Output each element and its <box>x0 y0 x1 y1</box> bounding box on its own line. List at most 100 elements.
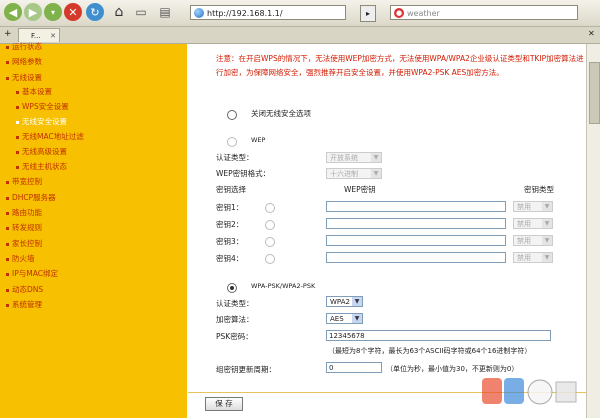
tab-router[interactable]: F... ✕ <box>18 28 60 42</box>
tab-label: F... <box>31 32 41 40</box>
sidebar-item-advanced[interactable]: 无线高级设置 <box>16 146 67 157</box>
bullet-icon <box>16 105 19 109</box>
address-bar[interactable]: http://192.168.1.1/ <box>190 5 346 20</box>
psk-password-input[interactable]: 12345678 <box>326 330 551 341</box>
stop-icon[interactable]: ✕ <box>64 3 82 21</box>
search-engine-icon: ● <box>394 8 404 18</box>
home-icon[interactable]: ⌂ <box>110 3 128 21</box>
bullet-icon <box>16 150 19 154</box>
group-key-period-input[interactable]: 0 <box>326 362 382 373</box>
bookmark-icon[interactable]: ▭ <box>132 3 150 21</box>
content-panel: 注意：在开启WPS的情况下，无法使用WEP加密方式，无法使用WPA/WPA2企业… <box>188 44 586 418</box>
key2-radio[interactable] <box>265 220 275 230</box>
key3-type-select[interactable]: 禁用 ▼ <box>513 235 553 246</box>
chevron-down-icon: ▼ <box>542 202 552 211</box>
scrollbar[interactable] <box>586 44 600 418</box>
key4-radio[interactable] <box>265 254 275 264</box>
sidebar-item-mac-filter[interactable]: 无线MAC地址过滤 <box>16 131 84 142</box>
globe-icon <box>194 8 204 18</box>
sidebar-item-network[interactable]: 网络参数 <box>6 56 42 67</box>
key1-label: 密钥1： <box>216 203 244 212</box>
tab-bar: + F... ✕ ✕ <box>0 27 600 44</box>
chevron-down-icon: ▼ <box>371 153 381 162</box>
wpa-psk-radio[interactable] <box>227 283 237 293</box>
key4-input[interactable] <box>326 252 506 263</box>
wpa-enc-label: 加密算法： <box>216 315 254 324</box>
sidebar-item-system[interactable]: 系统管理 <box>6 299 42 310</box>
bullet-icon <box>6 76 9 80</box>
key4-label: 密钥4： <box>216 254 244 263</box>
chevron-down-icon: ▼ <box>352 297 362 306</box>
security-note: 注意：在开启WPS的情况下，无法使用WEP加密方式，无法使用WPA/WPA2企业… <box>216 54 584 77</box>
go-button[interactable]: ▸ <box>360 5 376 22</box>
sidebar-item-ddns[interactable]: 动态DNS <box>6 284 43 295</box>
bullet-icon <box>6 257 9 261</box>
address-text: http://192.168.1.1/ <box>207 9 283 18</box>
sidebar-item-ip-mac[interactable]: IP与MAC绑定 <box>6 268 58 279</box>
key1-type-select[interactable]: 禁用 ▼ <box>513 201 553 212</box>
wep-key-header: WEP密钥 <box>344 185 376 194</box>
chevron-down-icon: ▼ <box>352 314 362 323</box>
key4-type-select[interactable]: 禁用 ▼ <box>513 252 553 263</box>
wep-format-select[interactable]: 十六进制 ▼ <box>326 168 382 179</box>
bullet-icon <box>16 90 19 94</box>
wep-format-label: WEP密钥格式： <box>216 169 271 178</box>
key2-type-select[interactable]: 禁用 ▼ <box>513 218 553 229</box>
sidebar-item-basic[interactable]: 基本设置 <box>16 86 52 97</box>
close-window-icon[interactable]: ✕ <box>588 29 595 38</box>
history-icon[interactable]: ▾ <box>44 3 62 21</box>
bullet-icon <box>6 272 9 276</box>
sidebar-item-dhcp[interactable]: DHCP服务器 <box>6 192 56 203</box>
sidebar-item-forwarding[interactable]: 转发规则 <box>6 222 42 233</box>
psk-password-label: PSK密码： <box>216 332 253 341</box>
bullet-icon <box>16 120 19 124</box>
disable-security-label: 关闭无线安全选项 <box>251 109 311 118</box>
wpa-psk-title: WPA-PSK/WPA2-PSK <box>251 282 316 290</box>
key1-radio[interactable] <box>265 203 275 213</box>
close-tab-icon[interactable]: ✕ <box>50 29 56 43</box>
wep-auth-label: 认证类型： <box>216 153 254 162</box>
back-icon[interactable]: ◀ <box>4 3 22 21</box>
wpa-enc-select[interactable]: AES ▼ <box>326 313 363 324</box>
bullet-icon <box>6 288 9 292</box>
sidebar-item-host-status[interactable]: 无线主机状态 <box>16 161 67 172</box>
bullet-icon <box>6 196 9 200</box>
bullet-icon <box>6 45 9 49</box>
reload-icon[interactable]: ↻ <box>86 3 104 21</box>
key-type-header: 密钥类型 <box>524 185 554 194</box>
bullet-icon <box>16 165 19 169</box>
sidebar-item-bandwidth[interactable]: 带宽控制 <box>6 176 42 187</box>
key3-radio[interactable] <box>265 237 275 247</box>
watermark-logo <box>482 378 577 405</box>
disable-security-radio[interactable] <box>227 110 237 120</box>
forward-icon[interactable]: ▶ <box>24 3 42 21</box>
sidebar-item-wireless[interactable]: 无线设置 <box>6 72 42 83</box>
search-bar[interactable]: ● weather <box>390 5 578 20</box>
print-icon[interactable]: ▤ <box>156 3 174 21</box>
group-key-period-label: 组密钥更新周期： <box>216 365 276 374</box>
wep-radio[interactable] <box>227 137 237 147</box>
bullet-icon <box>6 226 9 230</box>
sidebar-item-wps[interactable]: WPS安全设置 <box>16 101 69 112</box>
scrollbar-thumb[interactable] <box>589 62 600 124</box>
save-button[interactable]: 保 存 <box>205 397 243 411</box>
chevron-down-icon: ▼ <box>542 219 552 228</box>
search-placeholder: weather <box>407 9 440 18</box>
wpa-auth-select[interactable]: WPA2 ▼ <box>326 296 363 307</box>
wep-auth-select[interactable]: 开放系统 ▼ <box>326 152 382 163</box>
sidebar-item-routing[interactable]: 路由功能 <box>6 207 42 218</box>
sidebar-item-status[interactable]: 运行状态 <box>6 41 42 52</box>
key1-input[interactable] <box>326 201 506 212</box>
sidebar-item-firewall[interactable]: 防火墙 <box>6 253 35 264</box>
bullet-icon <box>16 135 19 139</box>
key3-label: 密钥3： <box>216 237 244 246</box>
key3-input[interactable] <box>326 235 506 246</box>
sidebar-item-wireless-security[interactable]: 无线安全设置 <box>16 116 67 127</box>
chevron-down-icon: ▼ <box>542 236 552 245</box>
key2-input[interactable] <box>326 218 506 229</box>
bullet-icon <box>6 180 9 184</box>
wpa-auth-label: 认证类型： <box>216 299 254 308</box>
new-tab-icon[interactable]: + <box>4 29 12 39</box>
key2-label: 密钥2： <box>216 220 244 229</box>
sidebar-item-parental[interactable]: 家长控制 <box>6 238 42 249</box>
